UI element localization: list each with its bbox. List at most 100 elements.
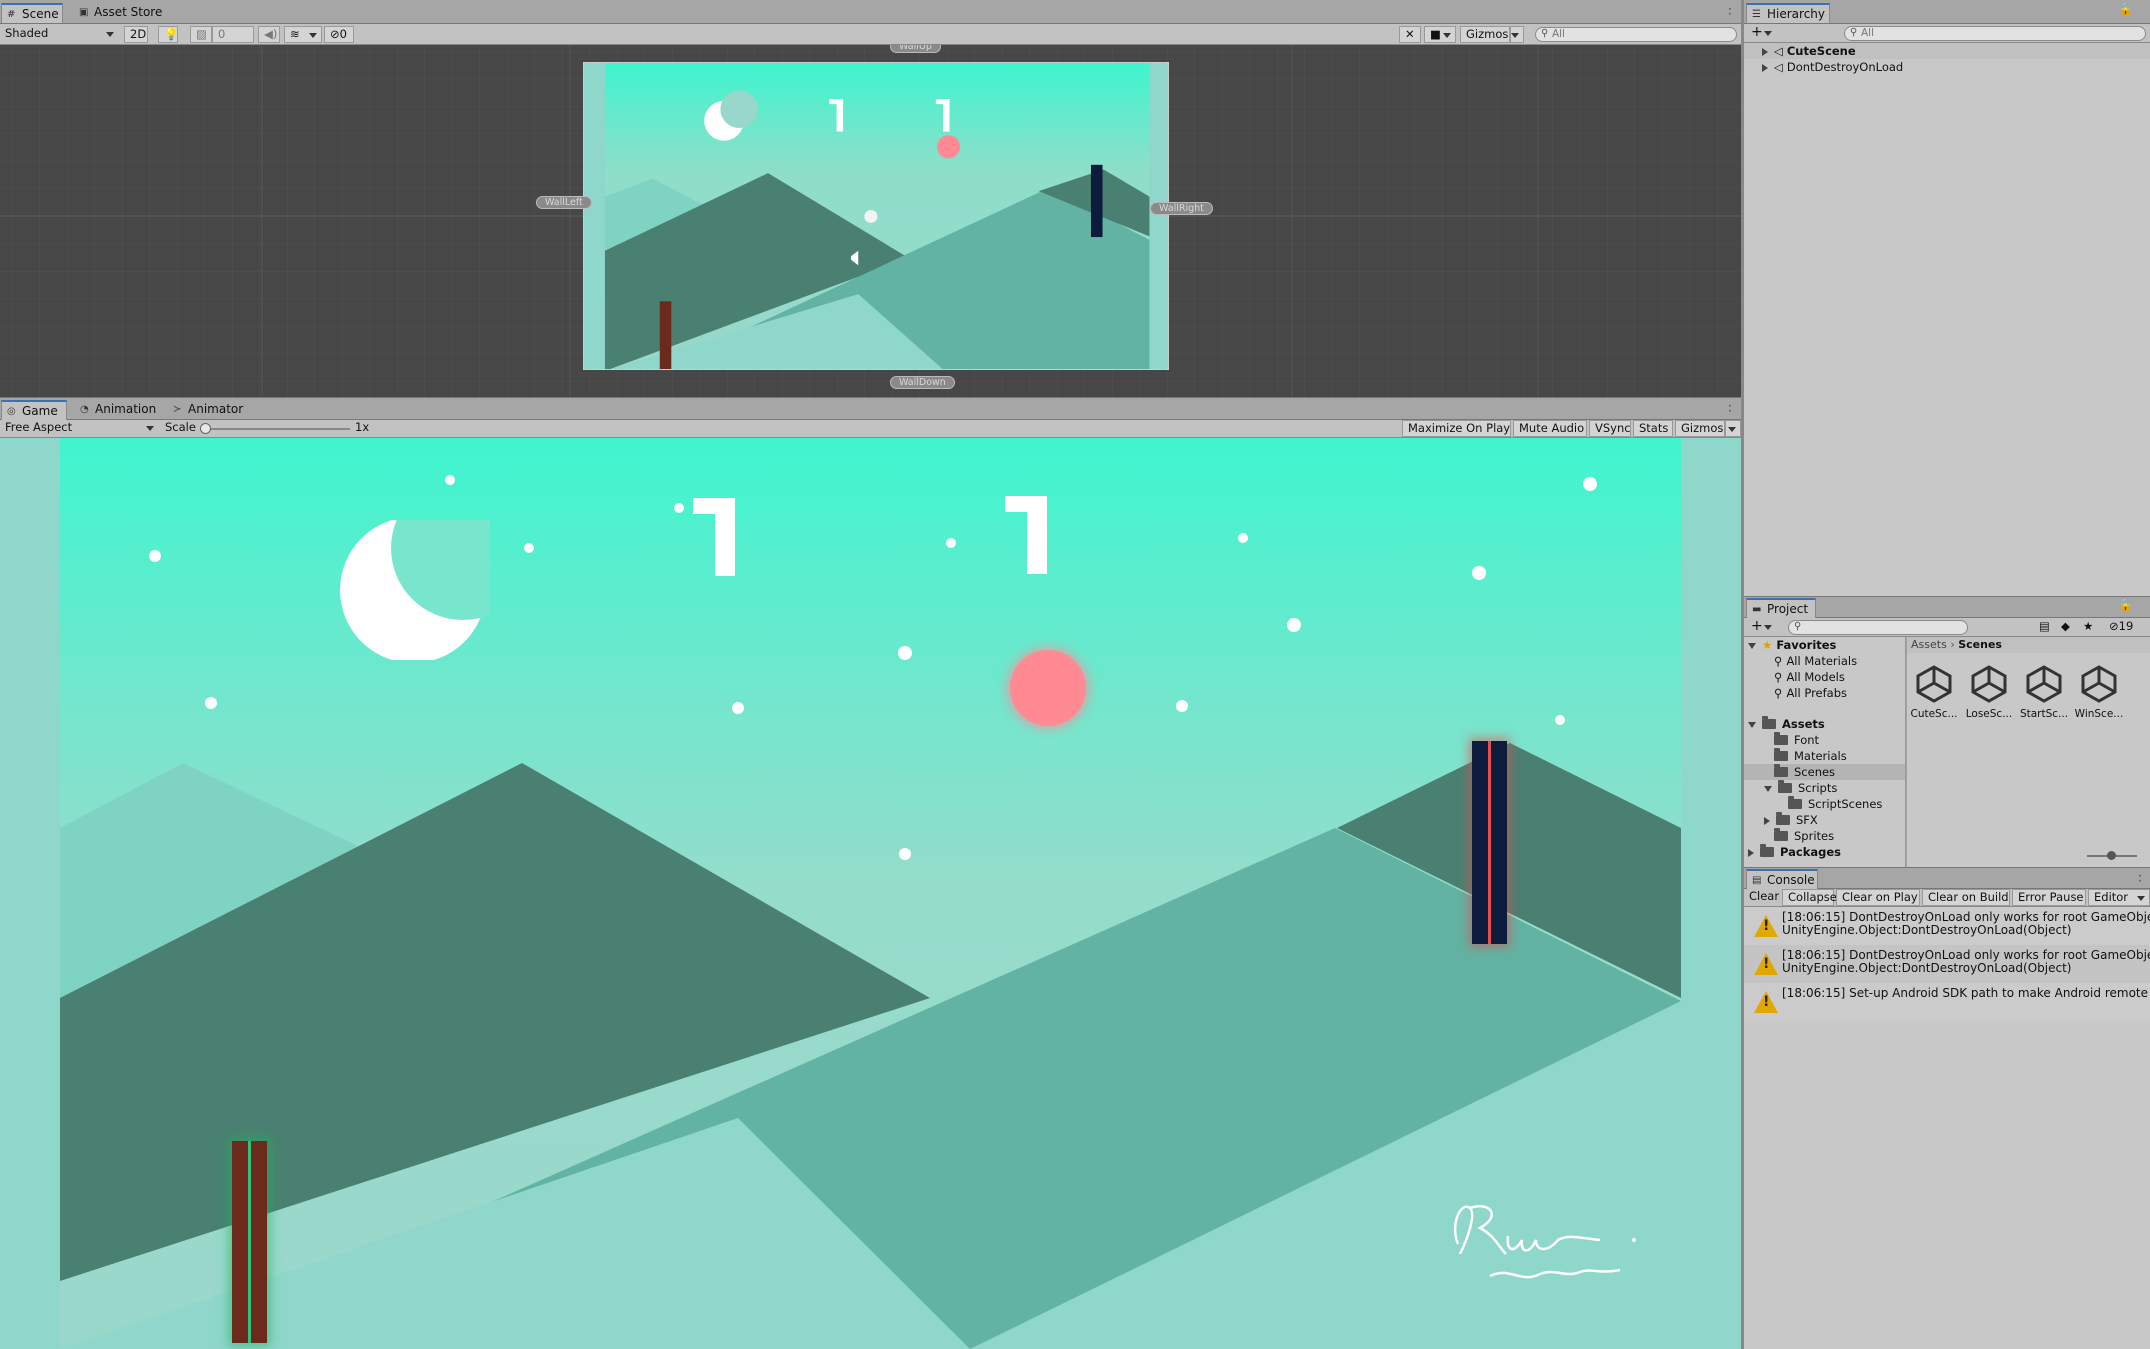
mute-audio-button[interactable]: Mute Audio [1513,420,1587,437]
hierarchy-search-input[interactable]: All [1844,26,2146,41]
folder-scenes[interactable]: Scenes [1744,763,1905,780]
console-clear-on-build-button[interactable]: Clear on Build [1922,889,2010,906]
wall-right-label[interactable]: WallRight [1150,202,1213,215]
favorite-all-materials[interactable]: ⚲ All Materials [1744,653,1905,669]
camera-dropdown[interactable]: ■ [1424,26,1456,43]
console-menu-icon[interactable]: · · [2138,870,2142,887]
hierarchy-lock-icon[interactable]: 🔒 [2118,3,2133,15]
filter-type-icon[interactable]: ▤ [2034,619,2054,636]
gizmos-button[interactable]: Gizmos [1460,26,1510,43]
folder-materials[interactable]: Materials [1744,747,1905,764]
scene-asset-cutescene[interactable]: CuteSc... [1909,663,1959,720]
expand-arrow-icon[interactable] [1748,848,1754,857]
console-error-pause-button[interactable]: Error Pause [2012,889,2086,906]
hidden-packages-counter[interactable]: ⊘19 [2104,619,2148,636]
collapse-arrow-icon[interactable] [1764,785,1772,792]
expand-arrow-icon[interactable] [1762,47,1768,56]
folder-scriptscenes[interactable]: ScriptScenes [1744,795,1905,812]
collapse-arrow-icon[interactable] [1748,642,1756,649]
hierarchy-panel: ◁ CuteScene ◁ DontDestroyOnLoad [1744,43,2150,596]
aspect-dropdown[interactable]: Free Aspect [0,420,158,437]
scene-asset-startscene[interactable]: StartSc... [2019,663,2069,720]
hierarchy-item-cutescene[interactable]: ◁ CuteScene [1744,43,2150,59]
game-gizmos-button[interactable]: Gizmos [1675,420,1725,437]
scene-menu-icon[interactable]: · · [1728,3,1732,20]
game-menu-icon[interactable]: · · [1728,400,1732,417]
search-icon: ⚲ [1774,670,1783,684]
hidden-objects-counter[interactable]: ⊘0 [324,26,354,43]
favorite-all-prefabs[interactable]: ⚲ All Prefabs [1744,685,1905,701]
unity-scene-icon [2026,665,2062,703]
effects-dropdown[interactable]: ≋ [284,26,322,43]
scene-viewport[interactable]: WallUp WallDown WallLeft WallRight [0,45,1741,397]
favorites-header[interactable]: ★ Favorites [1744,637,1905,653]
folder-sfx[interactable]: SFX [1744,811,1905,828]
hierarchy-item-dontdestroyonload[interactable]: ◁ DontDestroyOnLoad [1744,59,2150,75]
scene-game-preview[interactable] [583,62,1169,370]
wall-down-label[interactable]: WallDown [890,376,955,389]
console-clear-button[interactable]: Clear [1744,889,1779,906]
project-lock-icon[interactable]: 🔒 [2118,599,2133,611]
game-viewport[interactable]: 1 [0,438,1741,1349]
wall-left-label[interactable]: WallLeft [536,196,592,209]
icon-size-thumb[interactable] [2107,851,2116,860]
search-icon: ⚲ [1774,686,1783,700]
effects-field[interactable]: 0 [212,26,254,43]
game-gizmos-dropdown[interactable] [1725,420,1741,437]
hierarchy-add-button[interactable]: + [1746,25,1776,42]
vsync-button[interactable]: VSync [1589,420,1631,437]
hierarchy-toolbar: + All [1744,24,2150,43]
tab-asset-store[interactable]: ▣ Asset Store [74,3,170,23]
favorite-star-icon[interactable]: ★ [2078,619,2098,636]
scene-asset-winscene[interactable]: WinSce... [2074,663,2124,720]
ball [1010,650,1086,726]
favorite-all-models[interactable]: ⚲ All Models [1744,669,1905,685]
console-message[interactable]: [18:06:15] DontDestroyOnLoad only works … [1744,945,2150,983]
tab-hierarchy[interactable]: ☰ Hierarchy [1746,3,1830,23]
scene-asset-losescene[interactable]: LoseSc... [1964,663,2014,720]
console-collapse-button[interactable]: Collapse [1782,889,1837,906]
gizmos-dropdown[interactable] [1510,26,1524,43]
stats-button[interactable]: Stats [1633,420,1673,437]
tools-icon[interactable]: ✕ [1399,26,1421,43]
maximize-on-play-button[interactable]: Maximize On Play [1402,420,1511,437]
tab-animator[interactable]: ≻ Animator [168,400,251,420]
assets-header[interactable]: Assets [1744,715,1905,732]
scene-search-input[interactable]: All [1535,27,1737,42]
project-search-input[interactable] [1788,620,1968,635]
folder-sprites[interactable]: Sprites [1744,827,1905,844]
shading-dropdown[interactable]: Shaded [0,26,118,43]
2d-toggle[interactable]: 2D [124,26,148,43]
wall-up-label[interactable]: WallUp [890,45,941,53]
filter-label-icon[interactable]: ◆ [2056,619,2076,636]
image-icon[interactable]: ▨ [190,26,212,43]
breadcrumb-scenes[interactable]: Scenes [1958,638,2002,651]
console-message[interactable]: [18:06:15] DontDestroyOnLoad only works … [1744,907,2150,945]
console-editor-dropdown[interactable]: Editor [2088,889,2150,906]
console-clear-on-play-button[interactable]: Clear on Play [1836,889,1920,906]
icon-size-slider[interactable] [2087,851,2137,860]
folder-scripts[interactable]: Scripts [1744,779,1905,796]
folder-icon [1774,747,1788,761]
folder-font[interactable]: Font [1744,731,1905,748]
project-add-button[interactable]: + [1746,619,1776,636]
audio-icon[interactable]: ◀) [258,26,280,43]
tab-scene[interactable]: # Scene [1,3,63,23]
tab-console[interactable]: ▤ Console [1746,869,1818,889]
packages-header[interactable]: Packages [1744,843,1905,860]
breadcrumb-assets[interactable]: Assets [1911,638,1947,651]
star-icon: ★ [1762,638,1773,652]
scene-icon: ◁ [1774,60,1783,74]
scale-slider-thumb[interactable] [200,423,211,434]
tab-game[interactable]: ◎ Game [1,400,67,420]
scene-icon: ◁ [1774,44,1783,58]
console-message[interactable]: [18:06:15] Set-up Android SDK path to ma… [1744,983,2150,1021]
expand-arrow-icon[interactable] [1762,63,1768,72]
tab-project[interactable]: ▬ Project [1746,598,1816,618]
scale-slider[interactable] [200,423,350,434]
expand-arrow-icon[interactable] [1764,816,1770,825]
collapse-arrow-icon[interactable] [1748,721,1756,728]
lighting-icon[interactable]: 💡 [158,26,178,43]
tab-animation[interactable]: ◔ Animation [75,400,164,420]
folder-icon [1762,715,1776,729]
